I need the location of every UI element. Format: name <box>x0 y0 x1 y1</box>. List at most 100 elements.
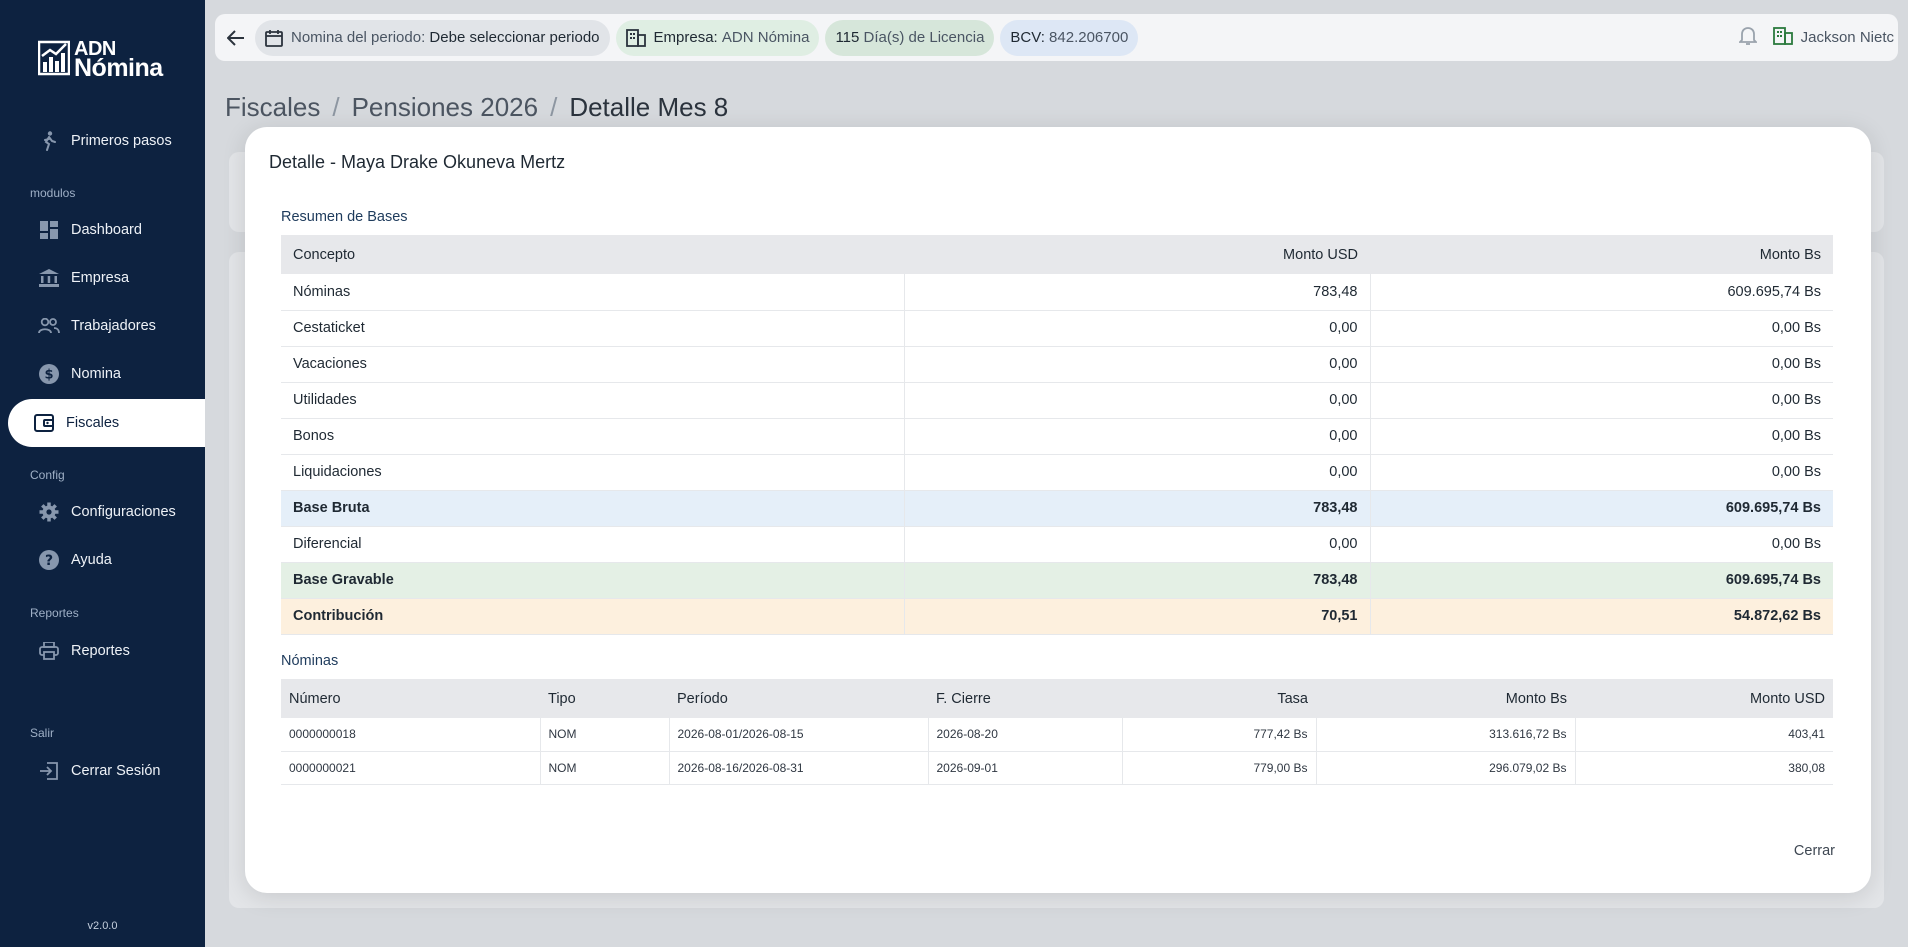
table-header-row: Concepto Monto USD Monto Bs <box>281 235 1833 274</box>
nominas-section-title: Nóminas <box>281 653 339 669</box>
column-header[interactable]: F. Cierre <box>928 679 1122 718</box>
wallet-icon <box>33 412 55 434</box>
sidebar-item-label: Nomina <box>71 366 121 382</box>
breadcrumb-separator: / <box>332 92 340 122</box>
cell-bs: 0,00 Bs <box>1369 454 1833 491</box>
column-header[interactable]: Período <box>669 679 928 718</box>
sidebar-item-label: Empresa <box>71 270 130 286</box>
cell-usd: 0,00 <box>903 310 1370 347</box>
cell-concepto: Bonos <box>281 418 904 455</box>
breadcrumb: Fiscales / Pensiones 2026 / Detalle Mes … <box>225 92 728 123</box>
bcv-value: 842.206700 <box>1049 29 1129 46</box>
column-header[interactable]: Monto USD <box>1575 679 1833 718</box>
cell-usd: 783,48 <box>903 562 1370 599</box>
breadcrumb-item-pensiones[interactable]: Pensiones 2026 <box>352 92 538 123</box>
building-icon <box>625 28 646 47</box>
user-menu[interactable]: Jackson Nietc <box>1772 26 1898 49</box>
people-icon <box>38 315 60 337</box>
company-chip[interactable]: Empresa: ADN Nómina <box>615 19 820 56</box>
cell-concepto: Cestaticket <box>281 310 904 347</box>
table-row: Diferencial 0,00 0,00 Bs <box>281 526 1833 563</box>
sidebar-item-nomina[interactable]: $ Nomina <box>0 350 205 398</box>
sidebar: ADN Nómina Primeros pasos modulos Dashbo… <box>0 0 205 947</box>
logo-line-2: Nómina <box>74 54 163 82</box>
bell-icon[interactable] <box>1737 26 1758 50</box>
sidebar-item-dashboard[interactable]: Dashboard <box>0 206 205 254</box>
period-value: Debe seleccionar periodo <box>429 29 600 46</box>
cell-cierre: 2026-09-01 <box>927 751 1122 785</box>
license-count: 115 <box>835 29 860 46</box>
gear-icon <box>38 501 60 523</box>
cell-numero: 0000000021 <box>281 751 540 785</box>
cell-periodo: 2026-08-16/2026-08-31 <box>668 751 928 785</box>
table-row-base-gravable: Base Gravable 783,48 609.695,74 Bs <box>281 562 1833 599</box>
bcv-chip[interactable]: BCV: 842.206700 <box>1000 19 1139 56</box>
period-chip[interactable]: Nomina del periodo: Debe seleccionar per… <box>255 19 610 56</box>
column-header[interactable]: Número <box>281 679 540 718</box>
building-icon <box>1772 26 1793 49</box>
cell-usd: 0,00 <box>903 382 1370 419</box>
table-row: Bonos 0,00 0,00 Bs <box>281 418 1833 455</box>
app-logo[interactable]: ADN Nómina <box>38 39 163 82</box>
bases-table: Concepto Monto USD Monto Bs Nóminas 783,… <box>281 235 1833 635</box>
sidebar-item-cerrar-sesion[interactable]: Cerrar Sesión <box>0 747 205 795</box>
cell-monto-usd: 380,08 <box>1574 751 1833 785</box>
sidebar-item-configuraciones[interactable]: Configuraciones <box>0 488 205 536</box>
cell-tipo: NOM <box>539 751 669 785</box>
column-header[interactable]: Monto USD <box>904 235 1370 274</box>
column-header[interactable]: Tipo <box>540 679 669 718</box>
column-header[interactable]: Concepto <box>281 235 904 274</box>
breadcrumb-item-fiscales[interactable]: Fiscales <box>225 92 320 123</box>
license-chip[interactable]: 115 Día(s) de Licencia <box>825 19 995 56</box>
back-arrow-icon[interactable] <box>223 25 249 51</box>
company-label: Empresa: <box>653 29 718 46</box>
cell-concepto: Vacaciones <box>281 346 904 383</box>
cell-cierre: 2026-08-20 <box>927 718 1122 752</box>
topbar-user-area: Jackson Nietc <box>1737 14 1898 61</box>
section-label-modulos: modulos <box>30 186 76 200</box>
logout-icon <box>38 760 60 782</box>
breadcrumb-separator: / <box>550 92 558 122</box>
bank-icon <box>38 267 60 289</box>
column-header[interactable]: Monto Bs <box>1316 679 1575 718</box>
close-button[interactable]: Cerrar <box>1794 843 1835 859</box>
cell-usd: 70,51 <box>903 598 1370 635</box>
bases-section-title: Resumen de Bases <box>281 209 408 225</box>
section-label-config: Config <box>30 468 65 482</box>
cell-usd: 0,00 <box>903 526 1370 563</box>
sidebar-item-label: Reportes <box>71 643 130 659</box>
nominas-table: Número Tipo Período F. Cierre Tasa Monto… <box>281 679 1833 785</box>
cell-usd: 0,00 <box>903 418 1370 455</box>
sidebar-item-ayuda[interactable]: ? Ayuda <box>0 536 205 584</box>
table-row: Utilidades 0,00 0,00 Bs <box>281 382 1833 419</box>
table-row: Nóminas 783,48 609.695,74 Bs <box>281 274 1833 311</box>
cell-bs: 609.695,74 Bs <box>1369 490 1833 527</box>
svg-text:$: $ <box>44 368 53 383</box>
sidebar-item-primeros-pasos[interactable]: Primeros pasos <box>0 117 205 165</box>
dashboard-icon <box>38 219 60 241</box>
cell-concepto: Contribución <box>281 598 904 635</box>
cell-bs: 609.695,74 Bs <box>1369 274 1833 311</box>
table-row[interactable]: 0000000018 NOM 2026-08-01/2026-08-15 202… <box>281 718 1833 752</box>
sidebar-item-label: Fiscales <box>66 415 120 431</box>
app-version: v2.0.0 <box>87 920 118 932</box>
sidebar-item-label: Ayuda <box>71 552 112 568</box>
section-label-salir: Salir <box>30 726 55 740</box>
sidebar-item-reportes[interactable]: Reportes <box>0 627 205 675</box>
breadcrumb-item-current: Detalle Mes 8 <box>569 92 729 122</box>
column-header[interactable]: Tasa <box>1122 679 1316 718</box>
cell-bs: 0,00 Bs <box>1369 382 1833 419</box>
calendar-icon <box>265 29 283 47</box>
table-row-contribucion: Contribución 70,51 54.872,62 Bs <box>281 598 1833 635</box>
cell-usd: 783,48 <box>903 274 1370 311</box>
sidebar-item-label: Cerrar Sesión <box>71 763 161 779</box>
column-header[interactable]: Monto Bs <box>1370 235 1833 274</box>
table-row[interactable]: 0000000021 NOM 2026-08-16/2026-08-31 202… <box>281 751 1833 785</box>
sidebar-item-empresa[interactable]: Empresa <box>0 254 205 302</box>
cell-periodo: 2026-08-01/2026-08-15 <box>668 718 928 752</box>
sidebar-item-fiscales[interactable]: Fiscales <box>8 399 205 447</box>
cell-usd: 783,48 <box>903 490 1370 527</box>
sidebar-item-trabajadores[interactable]: Trabajadores <box>0 302 205 350</box>
sidebar-item-label: Primeros pasos <box>71 133 172 149</box>
cell-concepto: Nóminas <box>281 274 904 311</box>
